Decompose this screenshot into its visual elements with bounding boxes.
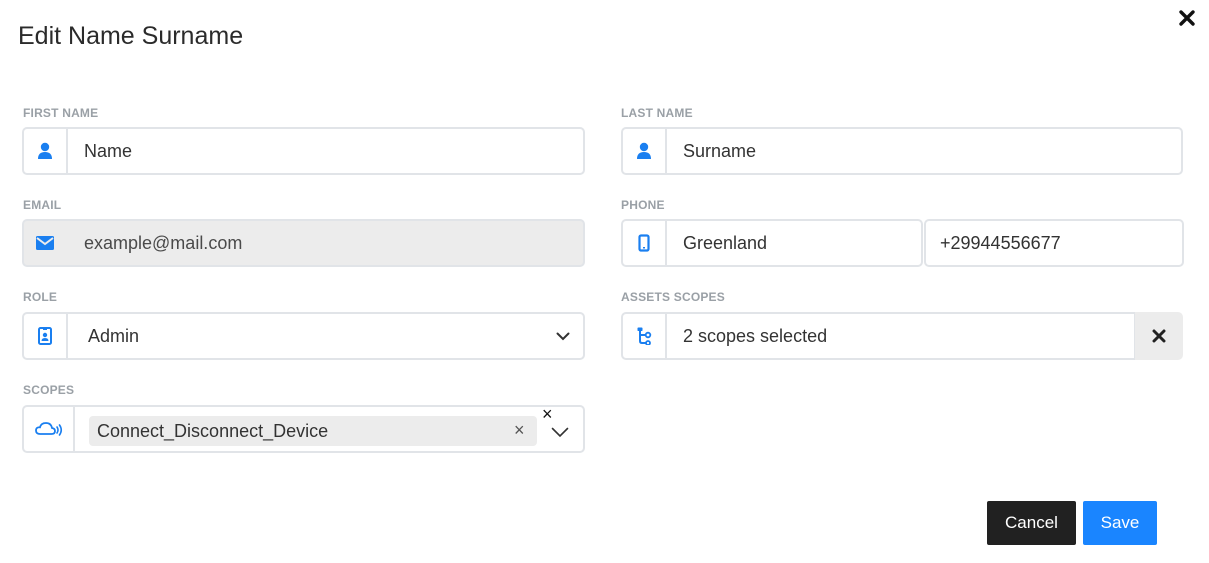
email-field: example@mail.com bbox=[22, 219, 585, 267]
close-icon bbox=[1152, 329, 1166, 343]
phone-label: PHONE bbox=[621, 198, 665, 212]
user-icon bbox=[623, 129, 667, 173]
phone-country-value: Greenland bbox=[683, 232, 768, 253]
scope-chip: Connect_Disconnect_Device bbox=[89, 416, 537, 446]
close-icon[interactable] bbox=[1177, 8, 1197, 28]
assets-scopes-label: ASSETS SCOPES bbox=[621, 290, 725, 304]
role-label: ROLE bbox=[23, 290, 58, 304]
chip-remove-icon[interactable]: × bbox=[514, 421, 525, 439]
email-label: EMAIL bbox=[23, 198, 62, 212]
last-name-label: LAST NAME bbox=[621, 106, 693, 120]
id-badge-icon bbox=[24, 314, 68, 358]
email-input: example@mail.com bbox=[84, 232, 243, 253]
last-name-field[interactable]: Surname bbox=[621, 127, 1183, 175]
role-selected-value: Admin bbox=[88, 325, 140, 346]
sitemap-icon bbox=[623, 314, 667, 358]
clear-scopes-icon[interactable]: × bbox=[542, 405, 553, 423]
role-select[interactable]: Admin bbox=[22, 312, 585, 360]
cloud-signal-icon bbox=[24, 407, 75, 451]
phone-country-select[interactable]: Greenland bbox=[621, 219, 923, 267]
last-name-input[interactable]: Surname bbox=[667, 129, 1181, 173]
phone-number-input[interactable]: +29944556677 bbox=[926, 221, 1182, 265]
first-name-label: FIRST NAME bbox=[23, 106, 99, 120]
chevron-down-icon[interactable] bbox=[543, 314, 583, 358]
save-button[interactable]: Save bbox=[1083, 501, 1157, 545]
modal-title: Edit Name Surname bbox=[18, 22, 244, 50]
chevron-down-icon[interactable] bbox=[551, 425, 569, 443]
assets-scopes-field[interactable]: 2 scopes selected bbox=[621, 312, 1136, 360]
first-name-input[interactable]: Name bbox=[68, 129, 583, 173]
assets-scopes-value: 2 scopes selected bbox=[683, 325, 828, 346]
scope-chip-label: Connect_Disconnect_Device bbox=[97, 420, 329, 441]
cancel-button[interactable]: Cancel bbox=[987, 501, 1076, 545]
first-name-field[interactable]: Name bbox=[22, 127, 585, 175]
scopes-label: SCOPES bbox=[23, 383, 75, 397]
envelope-icon bbox=[24, 221, 68, 265]
clear-assets-scopes-button[interactable] bbox=[1135, 312, 1183, 360]
phone-number-field[interactable]: +29944556677 bbox=[924, 219, 1184, 267]
user-icon bbox=[24, 129, 68, 173]
mobile-icon bbox=[623, 221, 667, 265]
